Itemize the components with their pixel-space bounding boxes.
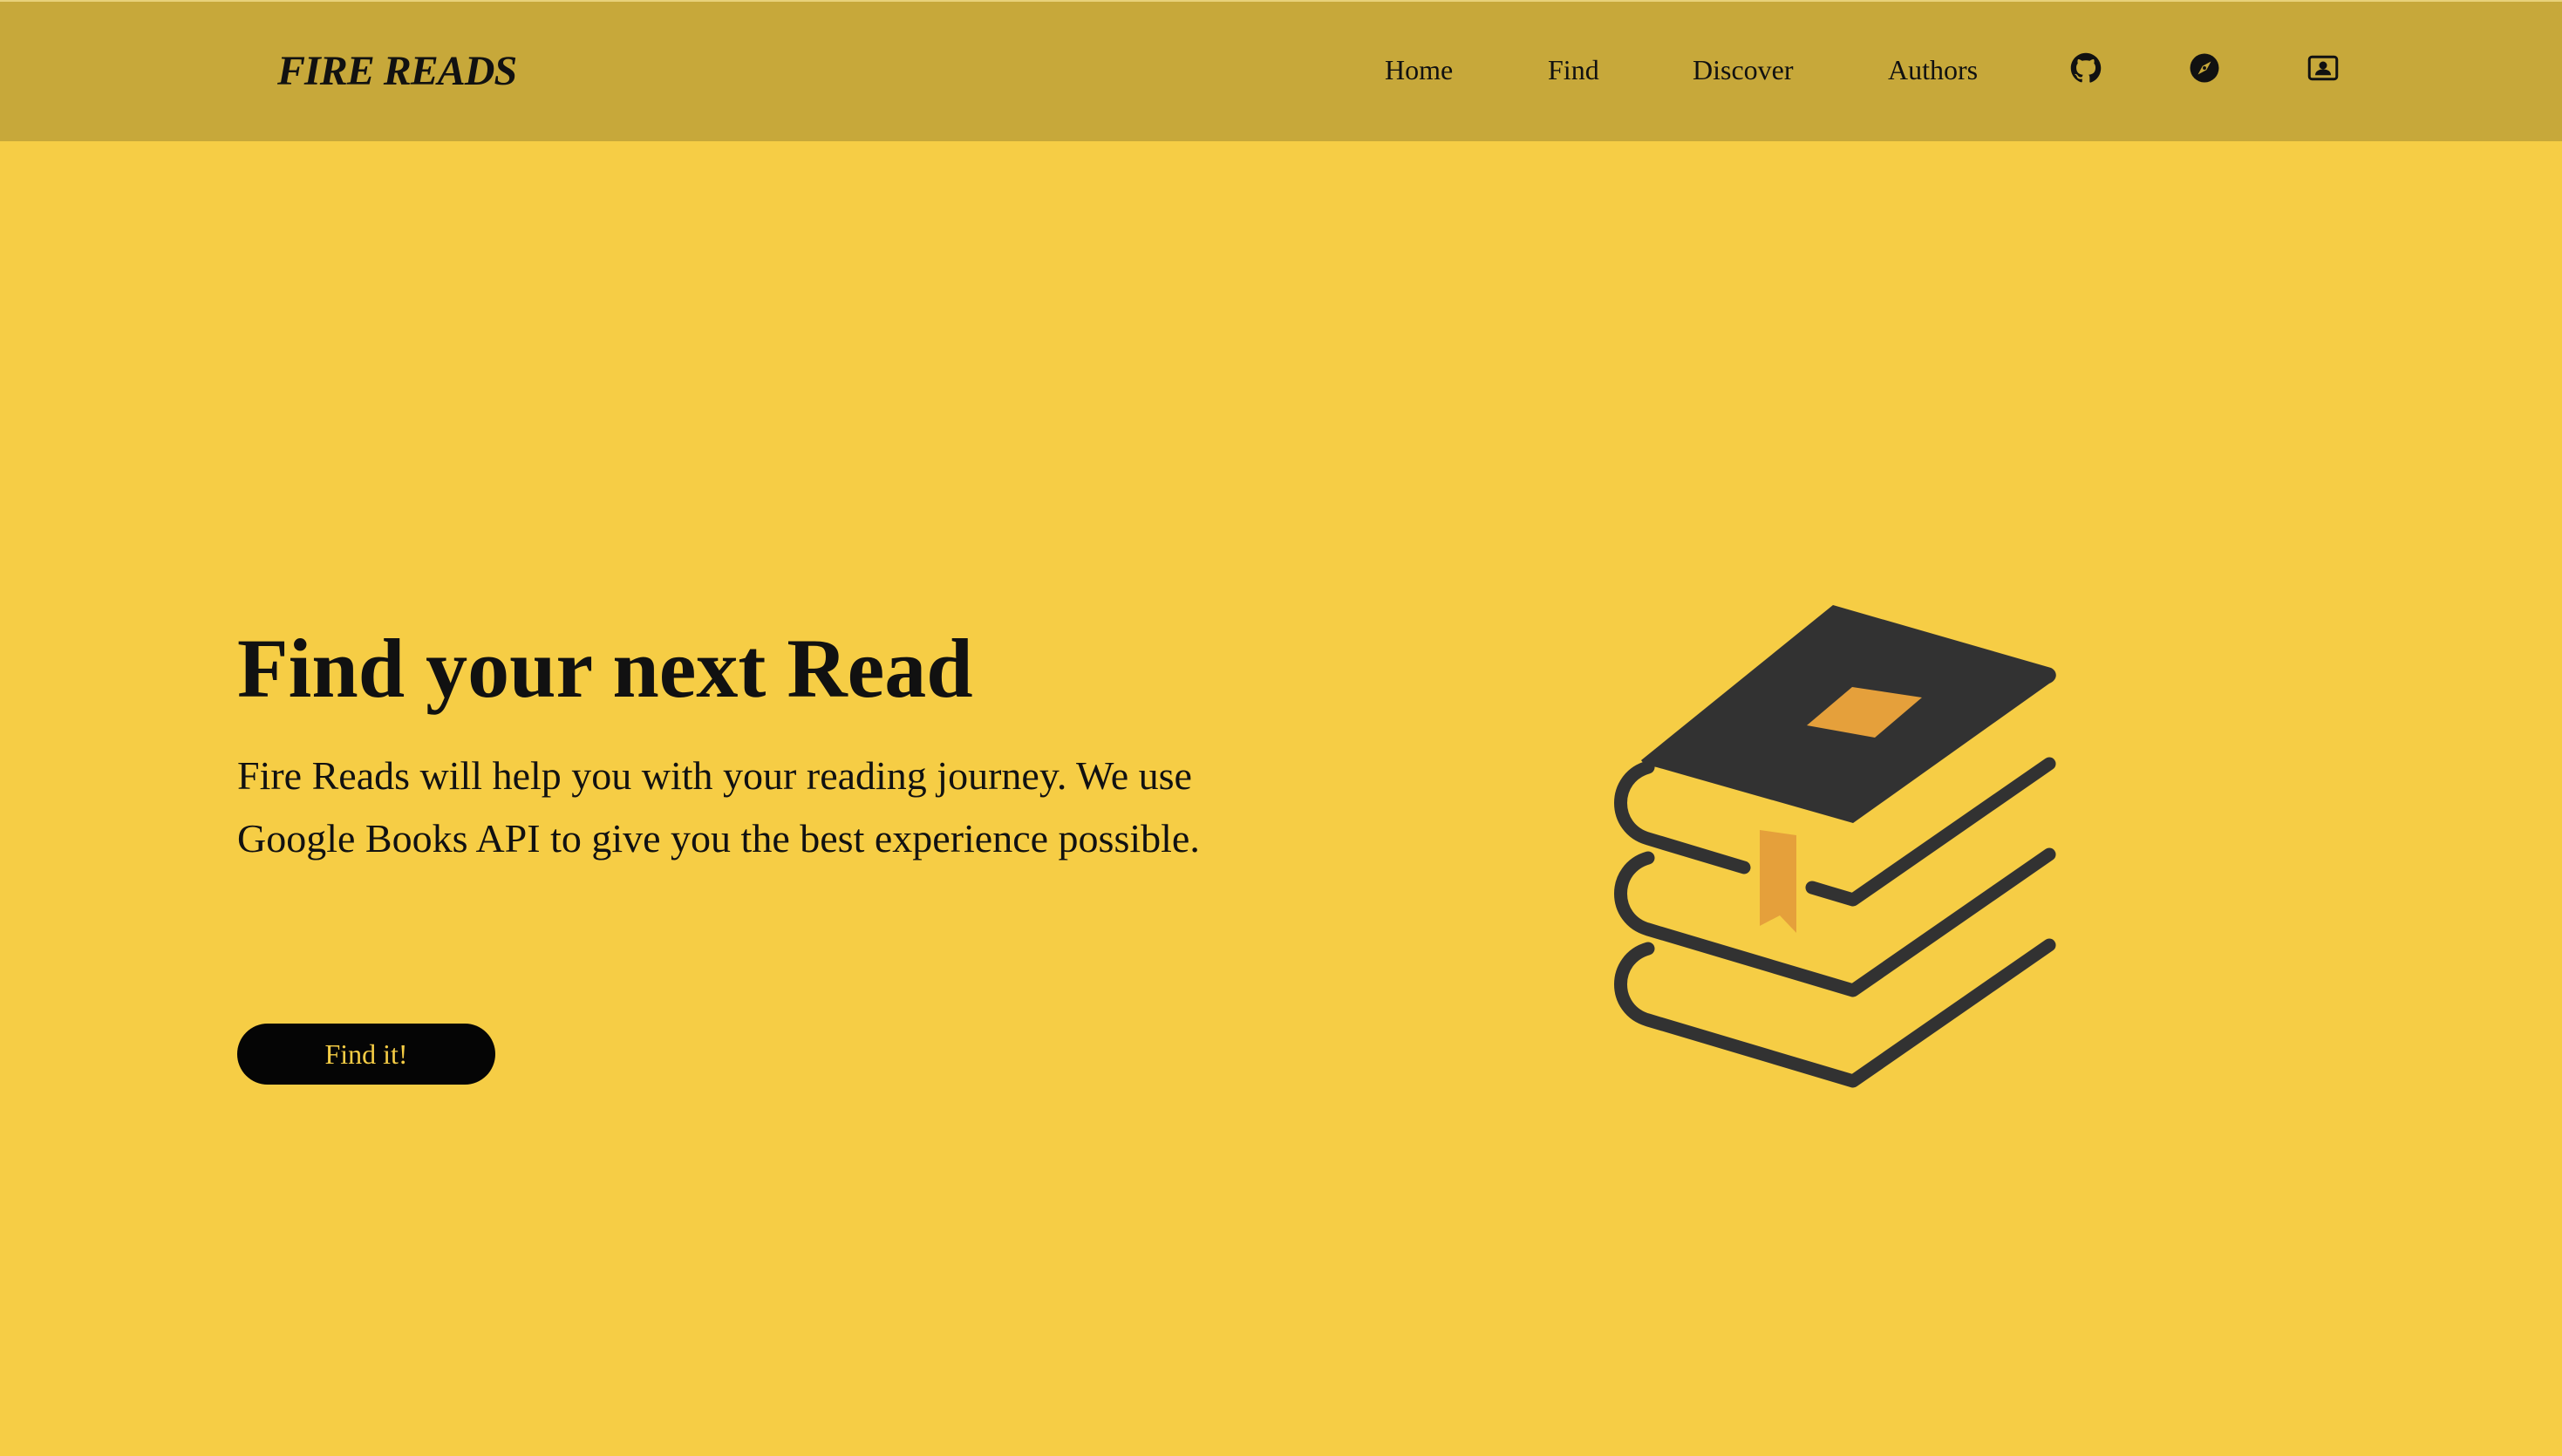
page: FIRE READS Home Find Discover Authors Fi…: [0, 0, 2562, 1456]
find-it-button[interactable]: Find it!: [237, 1024, 495, 1085]
navbar: FIRE READS Home Find Discover Authors: [0, 0, 2562, 141]
nav-link-home[interactable]: Home: [1385, 54, 1453, 86]
nav-link-find[interactable]: Find: [1548, 54, 1599, 86]
github-icon[interactable]: [2070, 52, 2102, 84]
compass-icon[interactable]: [2189, 52, 2220, 84]
nav-link-authors[interactable]: Authors: [1888, 54, 1978, 86]
hero-title: Find your next Read: [237, 622, 973, 715]
book-stack-icon: [1587, 593, 2075, 1116]
brand-logo[interactable]: FIRE READS: [277, 47, 517, 95]
nav-link-discover[interactable]: Discover: [1693, 54, 1794, 86]
contact-card-icon[interactable]: [2307, 52, 2339, 84]
hero-description: Fire Reads will help you with your readi…: [237, 753, 1200, 861]
